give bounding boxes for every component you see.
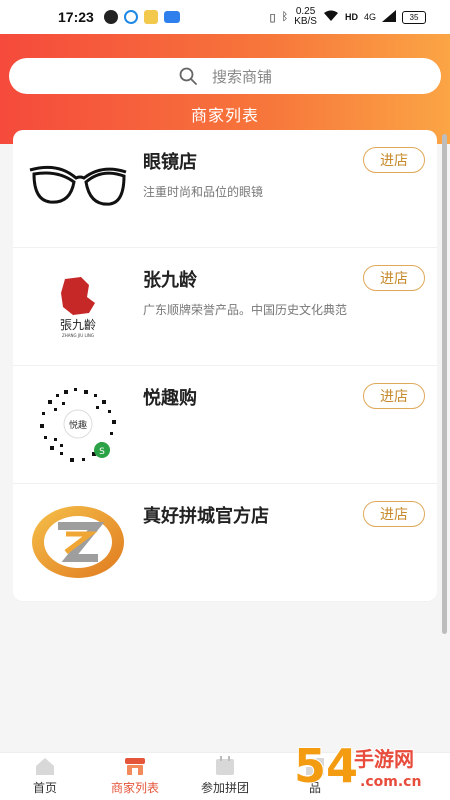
svg-text:悦趣: 悦趣	[69, 419, 87, 431]
tab-label: 首页	[32, 781, 57, 795]
store-name: 真好拼城官方店	[143, 506, 269, 527]
enter-store-button[interactable]: 进店	[363, 501, 425, 527]
store-card[interactable]: 張九齡 ZHANG JIU LING 张九龄 广东顺牌荣誉产品。中国历史文化典范…	[13, 248, 437, 366]
store-desc: 广东顺牌荣誉产品。中国历史文化典范	[143, 303, 348, 317]
browser-notification-icon	[123, 10, 138, 24]
status-time: 17:23	[58, 9, 94, 25]
store-name: 眼镜店	[143, 152, 197, 173]
tab-home[interactable]: 首页	[0, 753, 90, 800]
status-right: ▯ ᛒ 0.25 KB/S HD 4G 35	[270, 7, 426, 27]
enter-store-button[interactable]: 进店	[363, 383, 425, 409]
vibrate-icon: ▯	[269, 11, 276, 24]
svg-text:ZHANG JIU LING: ZHANG JIU LING	[62, 333, 94, 338]
net-speed: 0.25 KB/S	[294, 7, 317, 27]
svg-text:張九齡: 張九齡	[60, 318, 96, 332]
search-icon	[179, 67, 197, 85]
enter-store-button[interactable]: 进店	[363, 147, 425, 173]
tab-label: 商家列表	[110, 781, 159, 795]
header: 搜索商铺 商家列表	[0, 34, 450, 144]
search-placeholder: 搜索商铺	[211, 67, 272, 86]
store-desc: 注重时尚和品位的眼镜	[143, 185, 264, 199]
watermark-logo: 54 手游网 .com.cn	[293, 734, 444, 794]
mini-program-code: 悦趣 S	[25, 380, 131, 468]
status-bar: 17:23 ▯ ᛒ 0.25 KB/S HD 4G 35	[0, 0, 450, 34]
store-name: 张九龄	[143, 270, 197, 291]
net-speed-unit: KB/S	[294, 16, 317, 27]
battery-icon: 35	[402, 10, 426, 24]
glasses-icon	[25, 144, 131, 232]
store-card[interactable]: 悦趣 S 悦趣购 进店	[13, 366, 437, 484]
store-name: 悦趣购	[143, 388, 197, 409]
tab-join-group[interactable]: 参加拼团	[180, 753, 270, 800]
svg-text:手游网: 手游网	[354, 747, 414, 771]
store-icon	[125, 758, 145, 775]
tab-store-list[interactable]: 商家列表	[90, 753, 180, 800]
store-list: 眼镜店 注重时尚和品位的眼镜 进店 張九齡 ZHANG JIU LING 张九龄…	[13, 130, 437, 602]
battery-level: 35	[409, 12, 419, 22]
store-card[interactable]: 真好拼城官方店 进店	[13, 484, 437, 602]
page-title: 商家列表	[190, 106, 259, 125]
search-bar[interactable]: 搜索商铺	[9, 58, 441, 94]
enter-store-button[interactable]: 进店	[363, 265, 425, 291]
status-left: 17:23	[58, 9, 180, 25]
home-icon	[36, 758, 54, 775]
zhangjiuling-logo: 張九齡 ZHANG JIU LING	[25, 262, 131, 350]
bluetooth-icon: ᛒ	[281, 11, 289, 23]
message-notification-icon	[163, 11, 180, 23]
group-icon	[216, 756, 234, 775]
hd-icon: HD	[344, 12, 358, 22]
scrollbar[interactable]	[442, 134, 447, 634]
svg-text:S: S	[99, 447, 105, 457]
store-card[interactable]: 眼镜店 注重时尚和品位的眼镜 进店	[13, 130, 437, 248]
notification-icons	[103, 10, 180, 24]
zh-logo	[25, 498, 131, 586]
wifi-icon	[323, 10, 339, 25]
svg-text:.com.cn: .com.cn	[360, 774, 421, 790]
app-notification-icon	[103, 10, 118, 24]
network-type: 4G	[363, 12, 376, 22]
tab-label: 参加拼团	[200, 781, 249, 795]
signal-icon	[382, 9, 396, 25]
weibo-notification-icon	[143, 10, 158, 24]
svg-text:54: 54	[294, 739, 358, 793]
